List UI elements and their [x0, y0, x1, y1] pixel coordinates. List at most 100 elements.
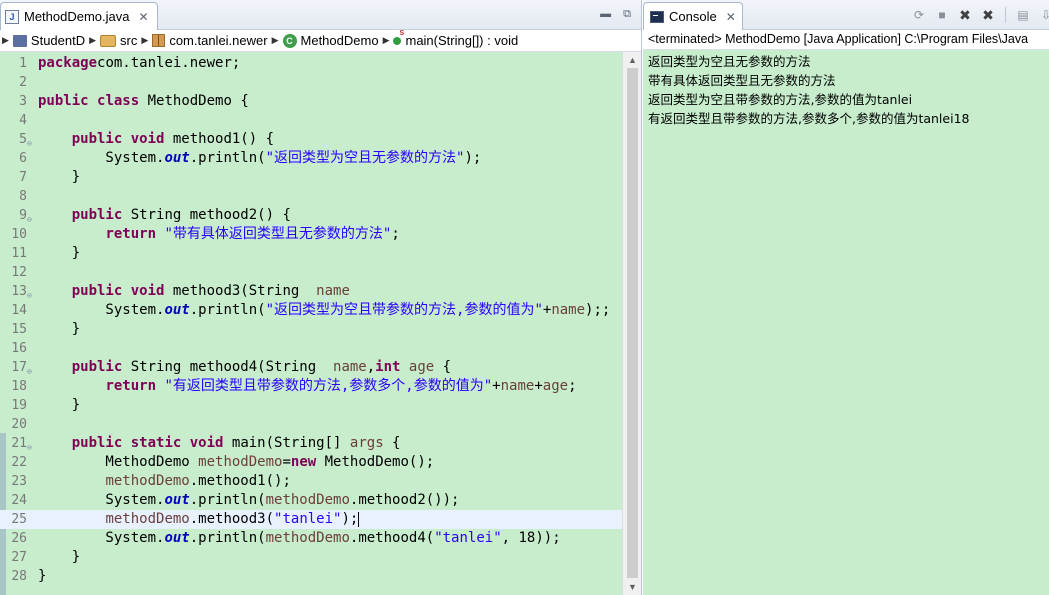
- code-token: name: [551, 302, 586, 318]
- line-number: 9: [19, 208, 27, 223]
- code-line[interactable]: 1 packagecom.tanlei.newer;: [0, 54, 622, 73]
- code-token: com.tanlei.newer;: [97, 55, 241, 71]
- editor-window-controls: ▬ ⧉: [600, 8, 631, 21]
- code-token: int: [375, 359, 401, 375]
- source-folder-icon: [100, 34, 117, 47]
- scroll-down-icon[interactable]: ▼: [628, 582, 637, 592]
- code-token: args: [349, 435, 384, 451]
- maximize-icon[interactable]: ⧉: [623, 8, 631, 21]
- code-line[interactable]: 19 }: [0, 396, 622, 415]
- console-tab-bar: Console ✕ ⟳ ■ ✖ ✖ ▤ ⇩: [643, 0, 1049, 30]
- code-line[interactable]: 17 ⊖ public String methood4(String name,i…: [0, 358, 622, 377]
- code-line[interactable]: 6 System.out.println("返回类型为空且无参数的方法");: [0, 149, 622, 168]
- console-output[interactable]: 返回类型为空且无参数的方法 带有具体返回类型且无参数的方法 返回类型为空且带参数的方…: [648, 52, 969, 128]
- tab-console[interactable]: Console ✕: [643, 2, 743, 30]
- relaunch-icon[interactable]: ⟳: [911, 7, 927, 23]
- code-line[interactable]: 9 ⊖ public String methood2() {: [0, 206, 622, 225]
- breadcrumb-item[interactable]: com.tanlei.newer: [152, 33, 268, 48]
- code-token: ;: [568, 378, 577, 394]
- chevron-right-icon: ▶: [141, 35, 149, 45]
- code-line[interactable]: 21 ⊖ public static void main(String[] arg…: [0, 434, 622, 453]
- tab-label: MethodDemo.java: [24, 9, 130, 24]
- code-text: }: [38, 567, 46, 586]
- code-text: }: [38, 396, 80, 415]
- code-line[interactable]: 20: [0, 415, 622, 434]
- code-token: );: [341, 511, 359, 527]
- code-line[interactable]: 8: [0, 187, 622, 206]
- code-line[interactable]: 28}: [0, 567, 622, 586]
- code-line[interactable]: 24 System.out.println(methodDemo.methood…: [0, 491, 622, 510]
- code-editor[interactable]: 1 packagecom.tanlei.newer; 2 3 public class …: [0, 52, 622, 595]
- line-number: 5: [19, 132, 27, 147]
- code-line[interactable]: 18 return "有返回类型且带参数的方法,参数多个,参数的值为"+name…: [0, 377, 622, 396]
- editor-vertical-scrollbar[interactable]: ▲ ▼: [622, 52, 641, 595]
- breadcrumb-item[interactable]: StudentD: [12, 33, 85, 48]
- code-token: .methood2());: [349, 492, 460, 508]
- chevron-right-icon: ▶: [2, 35, 9, 45]
- code-line[interactable]: 15 }: [0, 320, 622, 339]
- code-line[interactable]: 5 ⊖ public void methood1() {: [0, 130, 622, 149]
- code-line[interactable]: 7 }: [0, 168, 622, 187]
- code-text: public String methood4(String name,int a…: [38, 358, 451, 377]
- code-line[interactable]: 23 methodDemo.methood1();: [0, 472, 622, 491]
- tab-methoddemo-java[interactable]: J MethodDemo.java ✕: [0, 2, 158, 30]
- breadcrumb-item[interactable]: main(String[]) : void: [393, 30, 519, 48]
- code-text: packagecom.tanlei.newer;: [38, 54, 240, 73]
- code-token: name: [316, 283, 350, 299]
- code-text: System.out.println(methodDemo.methood4("…: [38, 529, 560, 548]
- code-text: }: [38, 320, 80, 339]
- java-file-icon: J: [5, 9, 19, 24]
- code-token: System.: [38, 530, 165, 546]
- close-icon[interactable]: ✕: [139, 11, 149, 23]
- line-number: 1: [19, 56, 27, 71]
- breadcrumb-item[interactable]: src: [100, 33, 137, 48]
- code-text: public void methood3(String name: [38, 282, 350, 301]
- code-line[interactable]: 3 public class MethodDemo {: [0, 92, 622, 111]
- scrollbar-thumb[interactable]: [627, 68, 638, 578]
- code-text: }: [38, 548, 80, 567]
- code-token: void: [130, 131, 165, 147]
- close-icon[interactable]: ✕: [726, 11, 736, 23]
- code-text: return "带有具体返回类型且无参数的方法";: [38, 225, 399, 244]
- code-token: );;: [585, 302, 611, 318]
- editor-tab-bar: J MethodDemo.java ✕ ▬ ⧉: [0, 0, 641, 30]
- terminate-icon[interactable]: ■: [934, 7, 950, 23]
- code-line[interactable]: 11 }: [0, 244, 622, 263]
- breadcrumb-label: main(String[]) : void: [405, 33, 519, 48]
- minimize-icon[interactable]: ▬: [600, 8, 611, 21]
- clear-console-icon[interactable]: ▤: [1015, 7, 1031, 23]
- code-line[interactable]: 4: [0, 111, 622, 130]
- line-number: 21: [11, 436, 27, 451]
- code-token: }: [38, 169, 81, 185]
- code-line[interactable]: 13 ⊖ public void methood3(String name: [0, 282, 622, 301]
- console-output-line: 有返回类型且带参数的方法,参数多个,参数的值为tanlei18: [648, 111, 970, 126]
- code-token: methodDemo: [198, 454, 283, 470]
- code-line[interactable]: 10 return "带有具体返回类型且无参数的方法";: [0, 225, 622, 244]
- line-number: 13: [11, 284, 27, 299]
- breadcrumb-item[interactable]: C MethodDemo: [282, 33, 379, 48]
- scroll-up-icon[interactable]: ▲: [628, 55, 637, 65]
- code-text: public void methood1() {: [38, 130, 274, 149]
- code-text: methodDemo.methood3("tanlei");: [38, 510, 360, 529]
- code-line[interactable]: 26 System.out.println(methodDemo.methood…: [0, 529, 622, 548]
- scroll-lock-icon[interactable]: ⇩: [1038, 7, 1049, 23]
- code-token: "带有具体返回类型且无参数的方法": [164, 226, 392, 242]
- code-line[interactable]: 16: [0, 339, 622, 358]
- code-line[interactable]: 25 methodDemo.methood3("tanlei");: [0, 510, 622, 529]
- code-line[interactable]: 2: [0, 73, 622, 92]
- code-line[interactable]: 12: [0, 263, 622, 282]
- code-line[interactable]: 27 }: [0, 548, 622, 567]
- console-toolbar: ⟳ ■ ✖ ✖ ▤ ⇩: [911, 7, 1049, 23]
- code-line[interactable]: 22 MethodDemo methodDemo=new MethodDemo(…: [0, 453, 622, 472]
- chevron-right-icon: ▶: [382, 35, 390, 45]
- code-token: .println(: [189, 530, 266, 546]
- remove-all-terminated-icon[interactable]: ✖: [980, 7, 996, 23]
- line-number: 8: [19, 189, 27, 204]
- code-token: +: [534, 378, 543, 394]
- code-line[interactable]: 14 System.out.println("返回类型为空且带参数的方法,参数的…: [0, 301, 622, 320]
- remove-launch-icon[interactable]: ✖: [957, 7, 973, 23]
- code-token: .println(: [189, 302, 266, 318]
